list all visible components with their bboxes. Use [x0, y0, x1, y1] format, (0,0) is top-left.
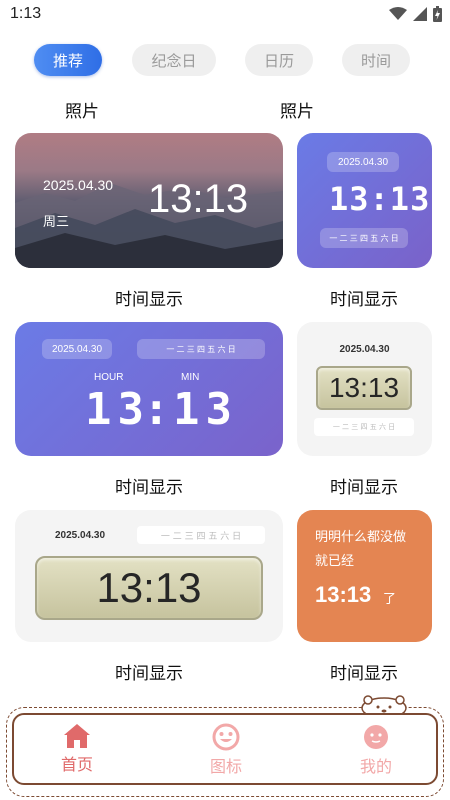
widget-date: 2025.04.30	[43, 177, 114, 193]
widget-time: 13:13	[315, 582, 372, 607]
widget-label: 时间显示	[330, 478, 398, 498]
signal-icon	[413, 7, 427, 21]
nav-label-icons: 图标	[209, 757, 242, 776]
nav-item-home[interactable]: 首页	[37, 723, 117, 775]
tab-anniversary[interactable]: 纪念日	[132, 44, 216, 76]
widget-text-line2: 就已经	[315, 554, 355, 569]
widget-purple-digital-large[interactable]: 2025.04.30 一 二 三 四 五 六 日 HOUR MIN 13 : 1…	[15, 322, 283, 456]
weekday-row: 一 二 三 四 五 六 日	[314, 418, 414, 436]
widget-date: 2025.04.30	[339, 344, 390, 355]
minute-digits: 13	[173, 384, 238, 435]
status-time: 1:13	[10, 5, 42, 22]
nav-label-home: 首页	[60, 755, 93, 774]
widget-label: 时间显示	[330, 290, 398, 310]
category-tabs: 推荐 纪念日 日历 时间	[34, 44, 414, 76]
widget-label: 时间显示	[115, 290, 183, 310]
min-label: MIN	[181, 372, 200, 383]
smiley-icon	[212, 723, 240, 751]
widget-label: 时间显示	[330, 664, 398, 684]
nav-item-mine[interactable]: 我的	[336, 723, 416, 777]
widget-time: 13:13	[316, 366, 412, 410]
section-title-photo-left: 照片	[65, 102, 99, 122]
widget-date: 2025.04.30	[42, 339, 112, 359]
home-icon	[64, 724, 90, 748]
widget-text-line1: 明明什么都没做	[315, 530, 407, 545]
time-separator: :	[143, 384, 171, 435]
widget-time: 13:13	[329, 180, 431, 218]
widget-orange-text[interactable]: 明明什么都没做 就已经 13:13 了	[297, 510, 432, 642]
bottom-nav: 首页 图标 我的	[12, 713, 438, 785]
section-title-photo-right: 照片	[280, 102, 314, 122]
battery-icon	[433, 6, 442, 22]
weekday-row: 一 二 三 四 五 六 日	[137, 526, 265, 544]
wifi-icon	[389, 7, 407, 20]
status-bar: 1:13	[0, 0, 450, 30]
nav-label-mine: 我的	[359, 757, 392, 776]
status-icons	[389, 6, 442, 22]
hour-label: HOUR	[94, 372, 124, 383]
widget-purple-digital-small[interactable]: 2025.04.30 13:13 一 二 三 四 五 六 日	[297, 133, 432, 268]
weekday-row: 一 二 三 四 五 六 日	[320, 228, 408, 248]
tab-time[interactable]: 时间	[342, 44, 410, 76]
widget-time: 13:13	[148, 177, 249, 221]
widget-suffix: 了	[383, 592, 397, 607]
widget-lcd-small[interactable]: 2025.04.30 13:13 一 二 三 四 五 六 日	[297, 322, 432, 456]
tab-calendar[interactable]: 日历	[245, 44, 313, 76]
widget-label: 时间显示	[115, 664, 183, 684]
widget-date: 2025.04.30	[55, 530, 106, 541]
widget-date: 2025.04.30	[327, 152, 399, 172]
widget-lcd-large[interactable]: 2025.04.30 一 二 三 四 五 六 日 13:13	[15, 510, 283, 642]
widget-weekday: 周三	[43, 215, 70, 230]
widget-time: 13:13	[35, 556, 263, 620]
hour-digits: 13	[85, 384, 150, 435]
weekday-row: 一 二 三 四 五 六 日	[137, 339, 265, 359]
widget-photo-clock[interactable]: 2025.04.30 周三 13:13	[15, 133, 283, 268]
profile-face-icon	[364, 725, 388, 749]
tab-recommend[interactable]: 推荐	[34, 44, 102, 76]
widget-label: 时间显示	[115, 478, 183, 498]
nav-item-icons[interactable]: 图标	[186, 723, 266, 777]
